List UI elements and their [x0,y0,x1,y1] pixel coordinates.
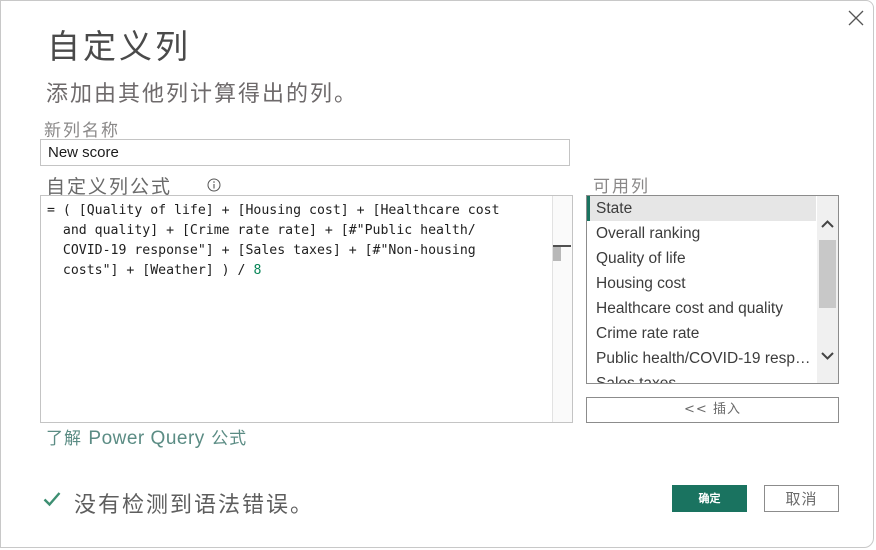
syntax-status: 没有检测到语法错误。 [74,493,315,518]
column-item-overall-ranking[interactable]: Overall ranking [587,221,816,246]
cancel-button[interactable]: 取消 [764,485,839,512]
close-icon [848,10,864,26]
learn-link-suffix: 公式 [211,429,248,449]
column-item-sales-taxes[interactable]: Sales taxes [587,371,816,383]
column-item-housing-cost[interactable]: Housing cost [587,271,816,296]
available-columns-list[interactable]: State Overall ranking Quality of life Ho… [586,195,839,384]
formula-text[interactable]: = ( [Quality of life] + [Housing cost] +… [47,201,547,281]
ok-button[interactable]: 确定 [672,485,747,512]
new-column-name-input[interactable] [40,139,570,166]
scroll-thumb[interactable] [819,240,836,308]
info-icon[interactable] [207,178,221,192]
dialog-title: 自定义列 [47,27,191,66]
learn-link-prefix: 了解 [46,429,82,449]
formula-line: COVID-19 response"] + [Sales taxes] + [#… [47,243,476,258]
formula-scrollbar[interactable] [552,196,572,422]
scroll-thumb[interactable] [553,247,561,261]
formula-line: = ( [Quality of life] + [Housing cost] +… [47,203,500,218]
learn-power-query-link[interactable]: 了解 Power Query 公式 [46,428,247,450]
chevron-up-icon[interactable] [820,217,835,232]
check-icon [43,492,61,507]
chevron-down-icon[interactable] [820,348,835,363]
column-item-quality-of-life[interactable]: Quality of life [587,246,816,271]
formula-editor[interactable]: = ( [Quality of life] + [Housing cost] +… [40,195,573,423]
column-item-state[interactable]: State [587,196,816,221]
dialog-subtitle: 添加由其他列计算得出的列。 [46,82,359,107]
column-item-crime-rate[interactable]: Crime rate rate [587,321,816,346]
available-columns-items: State Overall ranking Quality of life Ho… [587,196,816,383]
formula-line-text: costs"] + [Weather] ) / [47,263,254,278]
available-columns-scrollbar[interactable] [817,196,838,383]
new-column-name-label: 新列名称 [44,121,120,141]
formula-line: and quality] + [Crime rate rate] + [#"Pu… [47,223,476,238]
available-columns-label: 可用列 [593,177,650,197]
learn-link-product: Power Query [88,428,205,449]
formula-divisor: 8 [253,263,262,278]
column-item-public-health[interactable]: Public health/COVID-19 response [587,346,816,371]
column-item-healthcare[interactable]: Healthcare cost and quality [587,296,816,321]
close-button[interactable] [847,9,865,27]
formula-line: costs"] + [Weather] ) / 8 [47,261,547,281]
insert-button[interactable]: << 插入 [586,397,839,423]
custom-column-dialog: 自定义列 添加由其他列计算得出的列。 新列名称 自定义列公式 = ( [Qual… [0,0,874,548]
